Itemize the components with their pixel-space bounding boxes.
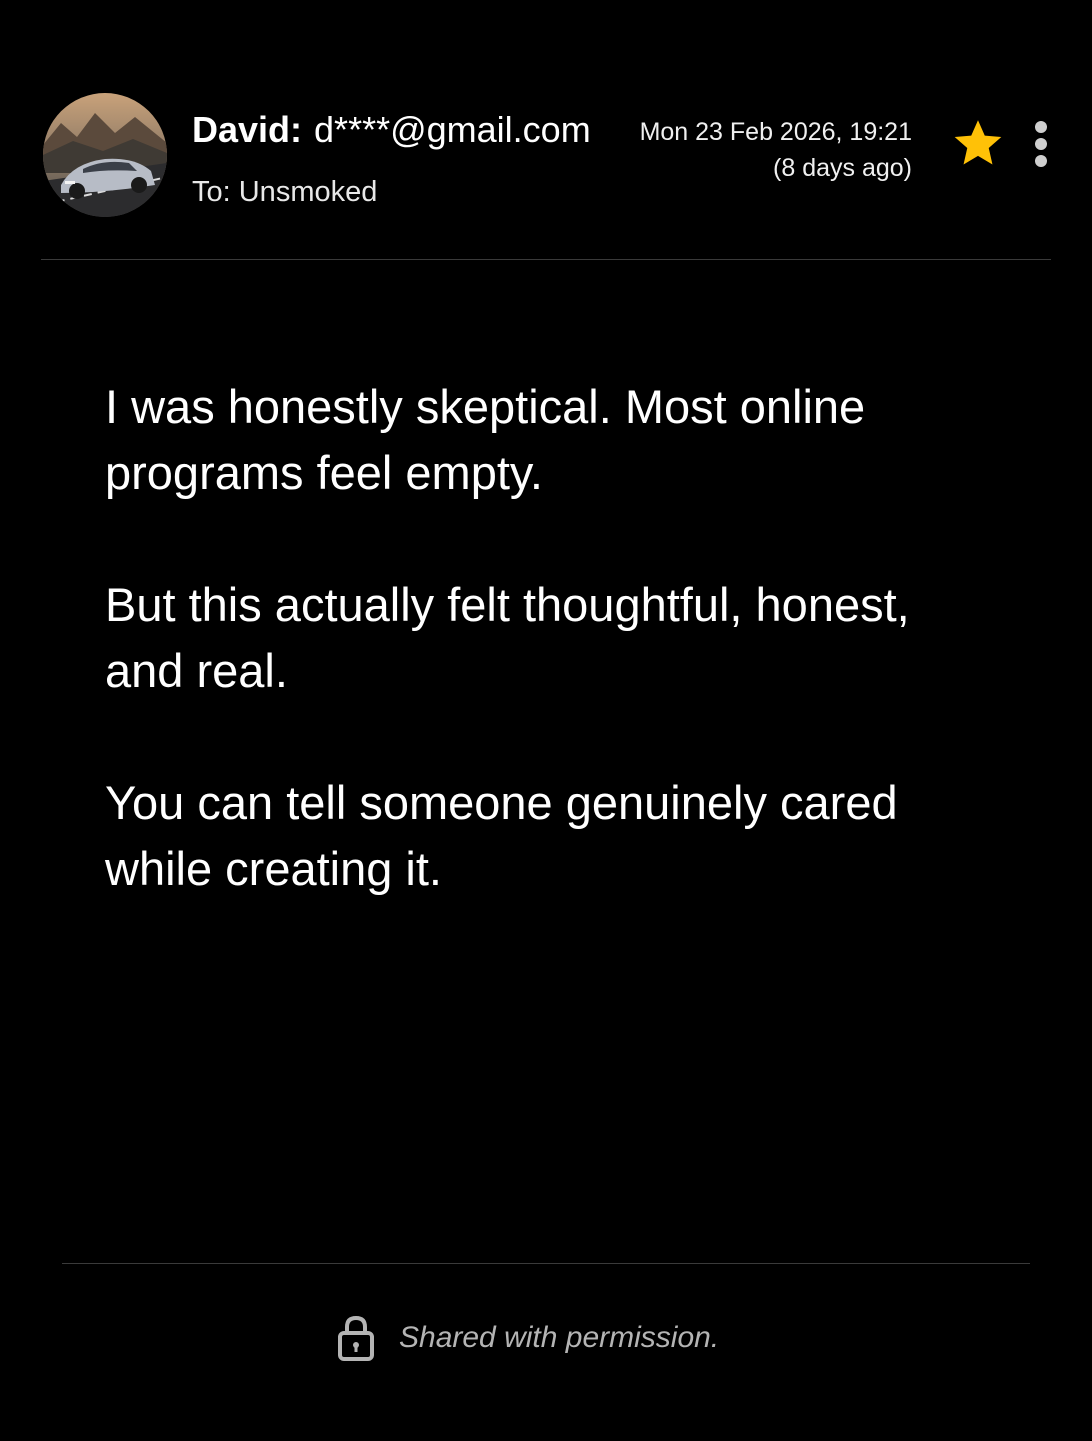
message-paragraph: I was honestly skeptical. Most online pr… <box>105 380 866 499</box>
email-date: Mon 23 Feb 2026, 19:21 (8 days ago) <box>640 114 912 186</box>
message-paragraph: But this actually felt thoughtful, hones… <box>105 578 910 697</box>
header-divider <box>41 259 1051 260</box>
more-options-button[interactable] <box>1024 118 1058 174</box>
message-body: I was honestly skeptical. Most online pr… <box>105 374 965 968</box>
lock-icon <box>338 1315 374 1361</box>
date-timestamp: Mon 23 Feb 2026, 19:21 <box>639 118 912 146</box>
sender-name: David: <box>192 109 303 150</box>
footer-text: Shared with permission. <box>399 1321 720 1354</box>
footer-divider <box>62 1263 1030 1264</box>
more-vert-icon <box>1035 121 1047 167</box>
car-photo-avatar-icon <box>43 93 167 217</box>
sender-email[interactable]: d****@gmail.com <box>314 109 591 150</box>
recipient-line: To: Unsmoked <box>192 176 378 208</box>
sender-line: David: d****@gmail.com <box>192 108 591 152</box>
message-paragraph: You can tell someone genuinely cared whi… <box>105 776 898 895</box>
permission-footer: Shared with permission. <box>0 1310 1092 1370</box>
email-header: David: d****@gmail.com To: Unsmoked Mon 2… <box>0 0 1092 262</box>
star-button[interactable] <box>950 116 1006 172</box>
sender-avatar[interactable] <box>43 93 167 217</box>
relative-date: (8 days ago) <box>773 154 912 182</box>
star-icon <box>954 120 1002 165</box>
